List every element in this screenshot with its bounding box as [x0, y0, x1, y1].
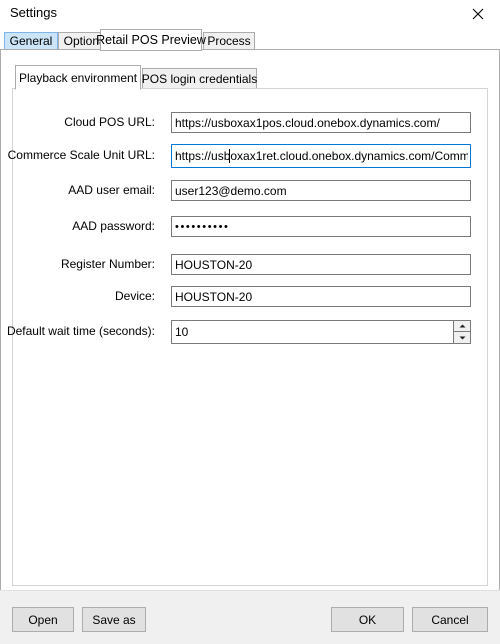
label-commerce-scale-unit-url: Commerce Scale Unit URL:	[7, 148, 155, 162]
form-row-device: Device:	[0, 286, 480, 307]
open-button[interactable]: Open	[12, 607, 74, 632]
form-row-commerce-scale-unit-url: Commerce Scale Unit URL:	[0, 144, 480, 168]
tab-pos-login-credentials[interactable]: POS login credentials	[142, 68, 257, 89]
footer-bar: Open Save as OK Cancel	[0, 590, 500, 644]
input-device[interactable]	[171, 286, 471, 307]
default-wait-time-value: 10	[175, 325, 189, 339]
input-register-number[interactable]	[171, 254, 471, 275]
form-row-default-wait-time: Default wait time (seconds): 10	[0, 320, 480, 344]
form-row-register-number: Register Number:	[0, 254, 480, 275]
tab-general[interactable]: General	[4, 32, 58, 50]
spinner-down-button[interactable]	[454, 332, 470, 343]
input-aad-password[interactable]	[171, 216, 471, 237]
window-title: Settings	[10, 5, 57, 20]
cancel-button[interactable]: Cancel	[412, 607, 488, 632]
spinner-up-icon	[459, 324, 466, 328]
text-caret	[229, 149, 230, 163]
title-bar: Settings	[0, 0, 500, 28]
close-icon	[472, 8, 484, 20]
inner-tab-strip: Playback environment POS login credentia…	[12, 65, 488, 90]
tab-playback-environment[interactable]: Playback environment	[15, 65, 141, 90]
label-default-wait-time: Default wait time (seconds):	[6, 324, 155, 338]
ok-button[interactable]: OK	[331, 607, 404, 632]
label-cloud-pos-url: Cloud POS URL:	[64, 115, 155, 129]
label-register-number: Register Number:	[60, 257, 155, 271]
input-default-wait-time[interactable]: 10	[171, 320, 471, 344]
save-as-button[interactable]: Save as	[82, 607, 146, 632]
label-device: Device:	[114, 289, 155, 303]
form-row-aad-password: AAD password:	[0, 216, 480, 237]
label-aad-password: AAD password:	[72, 219, 155, 233]
close-button[interactable]	[455, 0, 500, 28]
outer-tab-strip: General Optional Retail POS Preview Proc…	[0, 28, 500, 51]
spinner-up-button[interactable]	[454, 321, 470, 332]
spinner-buttons	[453, 321, 470, 343]
tab-process[interactable]: Process	[203, 32, 255, 50]
tab-retail-pos-preview[interactable]: Retail POS Preview	[96, 29, 206, 51]
input-commerce-scale-unit-url[interactable]	[171, 144, 471, 168]
input-cloud-pos-url[interactable]	[171, 112, 471, 133]
form-row-aad-user-email: AAD user email:	[0, 180, 480, 201]
input-aad-user-email[interactable]	[171, 180, 471, 201]
spinner-down-icon	[459, 336, 466, 340]
form-row-cloud-pos-url: Cloud POS URL:	[0, 112, 480, 133]
label-aad-user-email: AAD user email:	[68, 183, 155, 197]
